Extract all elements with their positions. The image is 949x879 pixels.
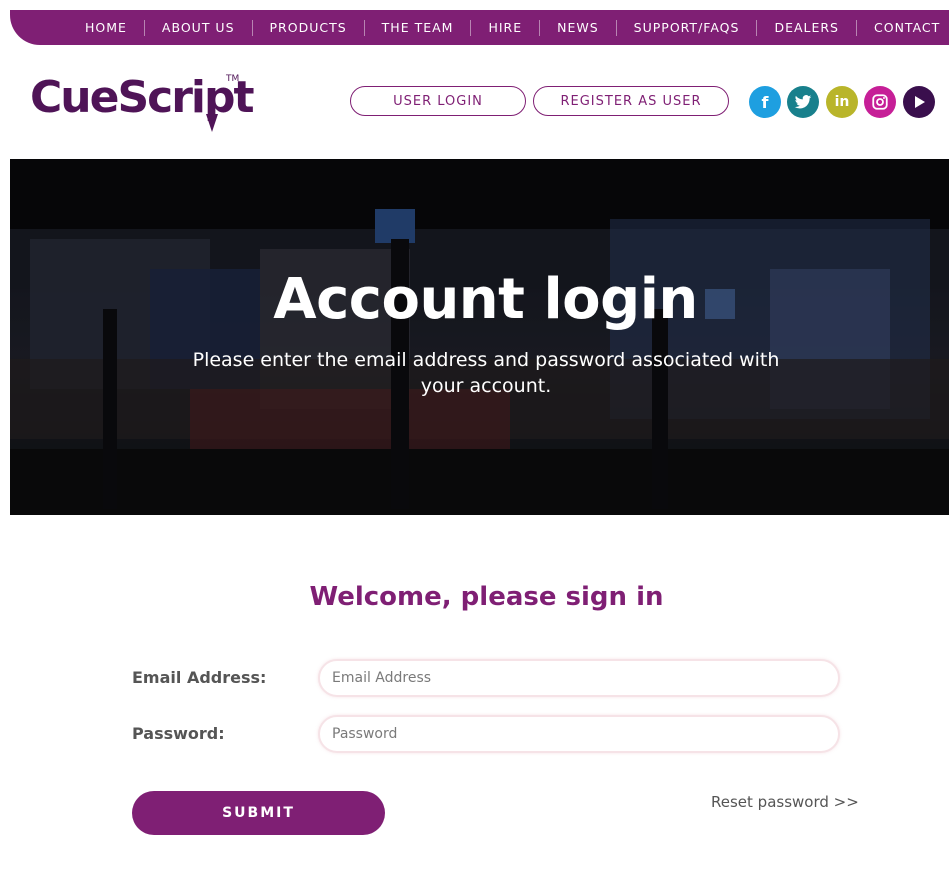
nav-item-news[interactable]: NEWS [557, 20, 599, 35]
nav-separator [251, 19, 253, 36]
nav-item-about-us[interactable]: ABOUT US [162, 20, 235, 35]
nav-separator [539, 19, 541, 36]
form-heading: Welcome, please sign in [309, 582, 664, 612]
reset-password-link[interactable]: Reset password >> [711, 793, 859, 811]
twitter-icon[interactable] [787, 86, 819, 118]
nav-item-home[interactable]: HOME [85, 20, 127, 35]
password-label: Password: [132, 724, 225, 743]
password-field[interactable] [318, 715, 840, 753]
linkedin-icon[interactable]: in [826, 86, 858, 118]
nav-separator [856, 19, 857, 36]
nav-item-the-team[interactable]: THE TEAM [382, 20, 454, 35]
instagram-icon[interactable] [864, 86, 896, 118]
play-icon[interactable] [903, 86, 935, 118]
submit-button[interactable]: SUBMIT [132, 791, 385, 835]
studio-background-image [10, 159, 949, 515]
email-field[interactable] [318, 659, 840, 697]
page-subtitle: Please enter the email address and passw… [192, 349, 780, 397]
page-title: Account login [273, 267, 698, 332]
nav-item-support-faqs[interactable]: SUPPORT/FAQS [634, 20, 740, 35]
nav-item-dealers[interactable]: DEALERS [774, 20, 839, 35]
nav-menu: HOME ABOUT US PRODUCTS THE TEAM HIRE NEW… [85, 10, 940, 45]
nav-item-hire[interactable]: HIRE [488, 20, 522, 35]
nav-separator [756, 19, 758, 36]
top-navigation-bar: HOME ABOUT US PRODUCTS THE TEAM HIRE NEW… [10, 10, 949, 45]
nav-separator [143, 19, 145, 36]
nav-item-contact[interactable]: CONTACT [874, 20, 940, 35]
user-login-button[interactable]: USER LOGIN [350, 86, 526, 116]
register-as-user-button[interactable]: REGISTER AS USER [533, 86, 729, 116]
facebook-icon[interactable]: f [749, 86, 781, 118]
speech-bubble-tail-icon [206, 114, 218, 132]
nav-item-products[interactable]: PRODUCTS [270, 20, 347, 35]
nav-separator [470, 19, 472, 36]
email-label: Email Address: [132, 668, 267, 687]
nav-separator [615, 19, 617, 36]
logo-trademark: TM [226, 74, 240, 84]
nav-separator [363, 19, 365, 36]
hero-banner: Account login Please enter the email add… [10, 159, 949, 515]
